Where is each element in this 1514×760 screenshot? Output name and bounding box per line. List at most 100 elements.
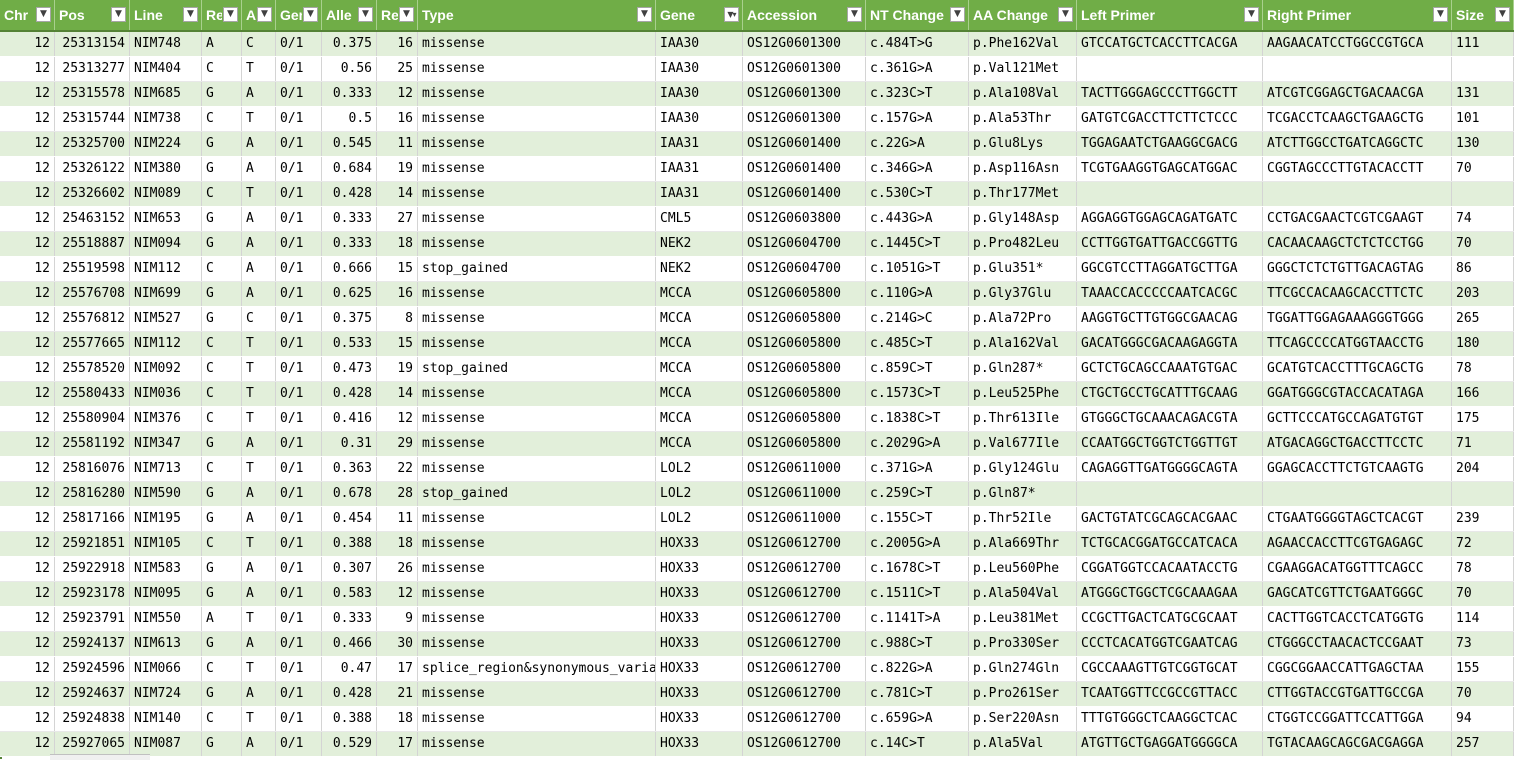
cell-type[interactable]: missense bbox=[418, 307, 656, 331]
cell-gen[interactable]: 0/1 bbox=[276, 682, 322, 706]
cell-nt[interactable]: c.859C>T bbox=[866, 357, 969, 381]
cell-nt[interactable]: c.1838C>T bbox=[866, 407, 969, 431]
cell-line[interactable]: NIM087 bbox=[130, 732, 202, 756]
cell-type[interactable]: missense bbox=[418, 32, 656, 56]
cell-nt[interactable]: c.484T>G bbox=[866, 32, 969, 56]
cell-reads[interactable]: 28 bbox=[377, 482, 418, 506]
cell-chr[interactable]: 12 bbox=[0, 307, 55, 331]
cell-right_primer[interactable]: GGAGCACCTTCTGTCAAGTG bbox=[1263, 457, 1452, 481]
cell-gene[interactable]: HOX33 bbox=[656, 732, 743, 756]
cell-left_primer[interactable]: GACTGTATCGCAGCACGAAC bbox=[1077, 507, 1263, 531]
cell-ref[interactable]: C bbox=[202, 382, 242, 406]
cell-gene[interactable]: NEK2 bbox=[656, 257, 743, 281]
cell-size[interactable]: 71 bbox=[1452, 432, 1514, 456]
cell-chr[interactable]: 12 bbox=[0, 107, 55, 131]
cell-nt[interactable]: c.323C>T bbox=[866, 82, 969, 106]
cell-gene[interactable]: MCCA bbox=[656, 357, 743, 381]
cell-left_primer[interactable]: CCGCTTGACTCATGCGCAAT bbox=[1077, 607, 1263, 631]
cell-nt[interactable]: c.1051G>T bbox=[866, 257, 969, 281]
cell-reads[interactable]: 18 bbox=[377, 232, 418, 256]
cell-gene[interactable]: MCCA bbox=[656, 407, 743, 431]
dropdown-arrow-icon[interactable]: ▼ bbox=[257, 7, 272, 22]
cell-ref[interactable]: C bbox=[202, 182, 242, 206]
cell-pos[interactable]: 25313277 bbox=[55, 57, 130, 81]
cell-gene[interactable]: IAA31 bbox=[656, 182, 743, 206]
cell-nt[interactable]: c.781C>T bbox=[866, 682, 969, 706]
cell-right_primer[interactable]: ATCTTGGCCTGATCAGGCTC bbox=[1263, 132, 1452, 156]
cell-gene[interactable]: HOX33 bbox=[656, 657, 743, 681]
cell-right_primer[interactable]: CGGCGGAACCATTGAGCTAA bbox=[1263, 657, 1452, 681]
cell-size[interactable]: 239 bbox=[1452, 507, 1514, 531]
cell-nt[interactable]: c.1141T>A bbox=[866, 607, 969, 631]
cell-gene[interactable]: IAA30 bbox=[656, 107, 743, 131]
cell-line[interactable]: NIM590 bbox=[130, 482, 202, 506]
cell-right_primer[interactable]: TGGATTGGAGAAAGGGTGGG bbox=[1263, 307, 1452, 331]
cell-ref[interactable]: C bbox=[202, 57, 242, 81]
cell-pos[interactable]: 25315744 bbox=[55, 107, 130, 131]
cell-gene[interactable]: HOX33 bbox=[656, 707, 743, 731]
cell-pos[interactable]: 25576708 bbox=[55, 282, 130, 306]
cell-chr[interactable]: 12 bbox=[0, 157, 55, 181]
cell-allele[interactable]: 0.47 bbox=[322, 657, 377, 681]
cell-reads[interactable]: 17 bbox=[377, 732, 418, 756]
cell-right_primer[interactable]: TGTACAAGCAGCGACGAGGA bbox=[1263, 732, 1452, 756]
cell-ref[interactable]: G bbox=[202, 307, 242, 331]
cell-pos[interactable]: 25923178 bbox=[55, 582, 130, 606]
cell-right_primer[interactable]: CTTGGTACCGTGATTGCCGA bbox=[1263, 682, 1452, 706]
cell-allele[interactable]: 0.684 bbox=[322, 157, 377, 181]
cell-type[interactable]: missense bbox=[418, 632, 656, 656]
cell-right_primer[interactable] bbox=[1263, 482, 1452, 506]
cell-nt[interactable]: c.1445C>T bbox=[866, 232, 969, 256]
cell-line[interactable]: NIM724 bbox=[130, 682, 202, 706]
cell-gen[interactable]: 0/1 bbox=[276, 182, 322, 206]
cell-gene[interactable]: MCCA bbox=[656, 282, 743, 306]
cell-accession[interactable]: OS12G0601400 bbox=[743, 182, 866, 206]
dropdown-arrow-icon[interactable]: ▼ bbox=[637, 7, 652, 22]
cell-line[interactable]: NIM550 bbox=[130, 607, 202, 631]
cell-alt[interactable]: A bbox=[242, 157, 276, 181]
cell-gene[interactable]: HOX33 bbox=[656, 607, 743, 631]
cell-line[interactable]: NIM140 bbox=[130, 707, 202, 731]
cell-accession[interactable]: OS12G0605800 bbox=[743, 407, 866, 431]
cell-pos[interactable]: 25921851 bbox=[55, 532, 130, 556]
cell-reads[interactable]: 8 bbox=[377, 307, 418, 331]
cell-gen[interactable]: 0/1 bbox=[276, 607, 322, 631]
cell-allele[interactable]: 0.5 bbox=[322, 107, 377, 131]
cell-alt[interactable]: A bbox=[242, 257, 276, 281]
cell-allele[interactable]: 0.428 bbox=[322, 182, 377, 206]
cell-type[interactable]: missense bbox=[418, 132, 656, 156]
cell-right_primer[interactable]: AAGAACATCCTGGCCGTGCA bbox=[1263, 32, 1452, 56]
cell-right_primer[interactable]: GCATGTCACCTTTGCAGCTG bbox=[1263, 357, 1452, 381]
cell-ref[interactable]: G bbox=[202, 507, 242, 531]
cell-reads[interactable]: 12 bbox=[377, 407, 418, 431]
cell-ref[interactable]: G bbox=[202, 207, 242, 231]
cell-left_primer[interactable]: CGCCAAAGTTGTCGGTGCAT bbox=[1077, 657, 1263, 681]
cell-ref[interactable]: C bbox=[202, 707, 242, 731]
cell-nt[interactable]: c.485C>T bbox=[866, 332, 969, 356]
cell-alt[interactable]: T bbox=[242, 532, 276, 556]
cell-ref[interactable]: G bbox=[202, 282, 242, 306]
cell-alt[interactable]: A bbox=[242, 482, 276, 506]
cell-reads[interactable]: 21 bbox=[377, 682, 418, 706]
cell-left_primer[interactable]: GATGTCGACCTTCTTCTCCC bbox=[1077, 107, 1263, 131]
cell-left_primer[interactable]: CAGAGGTTGATGGGGCAGTA bbox=[1077, 457, 1263, 481]
cell-right_primer[interactable] bbox=[1263, 57, 1452, 81]
cell-accession[interactable]: OS12G0611000 bbox=[743, 457, 866, 481]
cell-allele[interactable]: 0.307 bbox=[322, 557, 377, 581]
cell-size[interactable]: 265 bbox=[1452, 307, 1514, 331]
cell-pos[interactable]: 25580904 bbox=[55, 407, 130, 431]
cell-nt[interactable]: c.2029G>A bbox=[866, 432, 969, 456]
cell-nt[interactable]: c.14C>T bbox=[866, 732, 969, 756]
cell-right_primer[interactable]: CGGTAGCCCTTGTACACCTT bbox=[1263, 157, 1452, 181]
cell-chr[interactable]: 12 bbox=[0, 457, 55, 481]
cell-reads[interactable]: 15 bbox=[377, 257, 418, 281]
cell-pos[interactable]: 25816076 bbox=[55, 457, 130, 481]
filter-funnel-icon[interactable]: ▼▾ bbox=[724, 7, 739, 22]
dropdown-arrow-icon[interactable]: ▼ bbox=[36, 7, 51, 22]
cell-gen[interactable]: 0/1 bbox=[276, 232, 322, 256]
cell-type[interactable]: splice_region&synonymous_variant bbox=[418, 657, 656, 681]
cell-left_primer[interactable]: GCTCTGCAGCCAAATGTGAC bbox=[1077, 357, 1263, 381]
cell-aa[interactable]: p.Ala504Val bbox=[969, 582, 1077, 606]
cell-gene[interactable]: HOX33 bbox=[656, 557, 743, 581]
cell-left_primer[interactable]: TCAATGGTTCCGCCGTTACC bbox=[1077, 682, 1263, 706]
